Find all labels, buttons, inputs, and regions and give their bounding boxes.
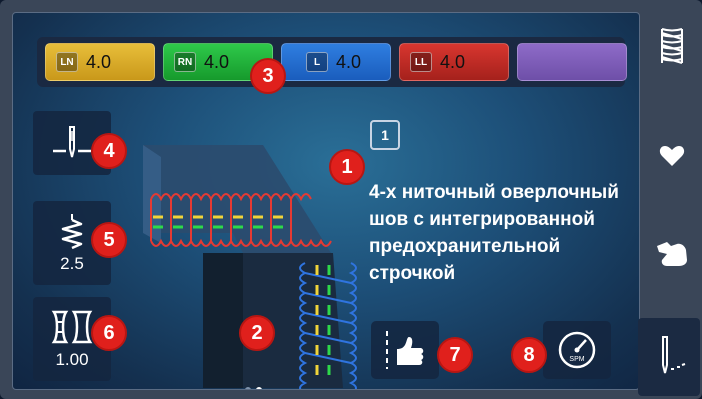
tab-sewing[interactable] [638,318,700,396]
hand-icon [657,242,687,266]
sewing-needle-icon [662,336,686,374]
callout-1: 1 [329,149,365,185]
tab-tutorial[interactable] [644,216,700,288]
right-tab-bar [638,0,702,399]
main-screen: LN 4.0 RN 4.0 L 4.0 LL 4.0 2.5 1.00 1 4-… [12,12,640,390]
heart-icon [659,146,685,166]
callout-6: 6 [91,315,127,351]
callout-3: 3 [250,58,286,94]
thread-l-button[interactable]: L 4.0 [281,43,391,81]
thread-ln-value: 4.0 [86,51,112,72]
thread-tension-bar: LN 4.0 RN 4.0 L 4.0 LL 4.0 [37,37,627,87]
callout-4: 4 [91,133,127,169]
callout-5: 5 [91,222,127,258]
callout-8: 8 [511,337,547,373]
stitch-number-badge: 1 [370,120,400,150]
speedometer-icon: SPM [558,331,596,369]
thread-ll-badge: LL [410,52,432,72]
hand-guide-icon [386,331,424,369]
stitch-length-icon [61,214,83,250]
differential-feed-value: 1.00 [55,350,89,369]
stitch-length-value: 2.5 [60,254,84,273]
thread-ll-value: 4.0 [440,51,466,72]
stitch-description: 4-х ниточный оверлочный шов с интегриров… [369,182,619,284]
tab-favorites[interactable] [644,120,700,192]
seam-illustration [143,145,357,389]
thread-rn-badge: RN [174,52,196,72]
thread-rn-value: 4.0 [204,51,230,72]
page-dot[interactable] [245,387,251,389]
thread-empty-button[interactable] [517,43,627,81]
stitch-pattern-icon [661,28,683,64]
thread-l-badge: L [306,52,328,72]
needle-position-icon [53,126,91,158]
speed-button[interactable]: SPM [543,321,611,379]
thread-l-value: 4.0 [336,51,362,72]
callout-7: 7 [437,337,473,373]
speed-icon-label: SPM [569,356,584,363]
thread-ll-button[interactable]: LL 4.0 [399,43,509,81]
thread-ln-button[interactable]: LN 4.0 [45,43,155,81]
page-dot-active[interactable] [256,387,262,389]
hand-guide-button[interactable] [371,321,439,379]
tab-stitch-patterns[interactable] [644,10,700,82]
differential-feed-icon [51,310,93,344]
thread-ln-badge: LN [56,52,78,72]
callout-2: 2 [239,315,275,351]
page-indicator[interactable] [245,387,262,389]
